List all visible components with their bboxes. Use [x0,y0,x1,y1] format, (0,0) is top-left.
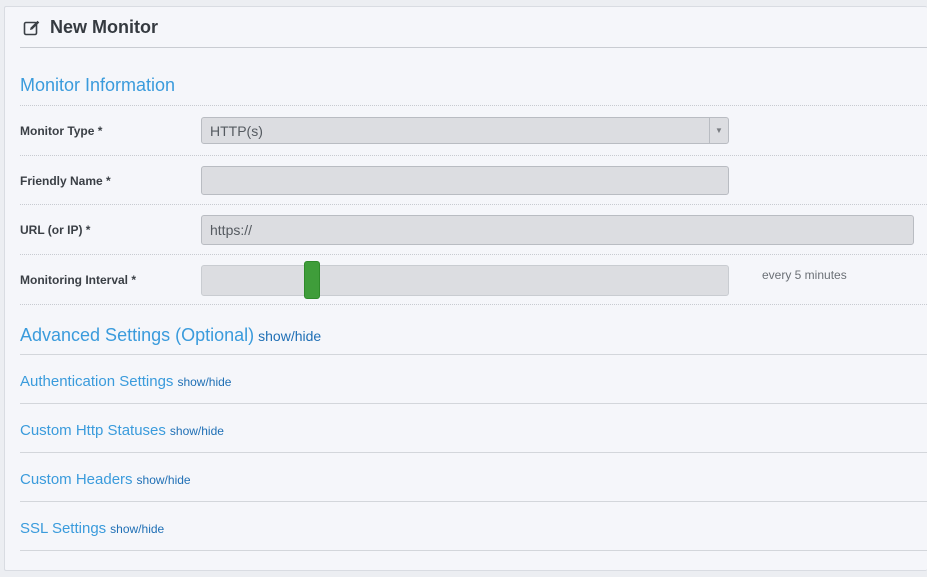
custom-http-statuses-title: Custom Http Statuses [20,422,166,439]
divider [20,304,927,305]
ssl-settings-title: SSL Settings [20,520,107,537]
custom-http-statuses-toggle[interactable]: show/hide [170,424,224,438]
monitor-information-title: Monitor Information [20,75,176,95]
divider [20,403,927,404]
friendly-name-label: Friendly Name * [20,174,111,188]
divider [20,155,927,156]
custom-headers-title: Custom Headers [20,471,133,488]
ssl-settings-header: SSL Settings show/hide [20,517,164,538]
panel-header: New Monitor [20,7,927,48]
url-value: https:// [210,222,253,238]
authentication-settings-header: Authentication Settings show/hide [20,370,231,391]
interval-slider-handle[interactable] [304,261,320,299]
divider [20,105,927,106]
divider [20,501,927,502]
advanced-settings-header: Advanced Settings (Optional) show/hide [20,325,321,346]
url-label: URL (or IP) * [20,223,91,237]
new-monitor-panel: New Monitor Monitor Information Monitor … [4,6,927,571]
edit-icon [23,19,41,37]
custom-http-statuses-header: Custom Http Statuses show/hide [20,419,224,440]
ssl-settings-toggle[interactable]: show/hide [110,522,164,536]
divider [20,452,927,453]
advanced-settings-title: Advanced Settings (Optional) [20,325,255,345]
page-title: New Monitor [50,17,158,37]
custom-headers-header: Custom Headers show/hide [20,468,191,489]
authentication-settings-title: Authentication Settings [20,373,174,390]
divider [20,354,927,355]
monitoring-interval-label: Monitoring Interval * [20,273,137,287]
monitor-type-label: Monitor Type * [20,124,103,138]
chevron-down-icon[interactable]: ▼ [709,118,728,143]
divider [20,254,927,255]
divider [20,550,927,551]
friendly-name-input[interactable] [201,166,729,195]
interval-slider[interactable] [201,261,729,299]
divider [20,204,927,205]
monitor-type-select[interactable]: HTTP(s) ▼ [201,117,729,144]
authentication-settings-toggle[interactable]: show/hide [177,375,231,389]
custom-headers-toggle[interactable]: show/hide [137,473,191,487]
monitor-type-value: HTTP(s) [210,122,263,139]
advanced-settings-toggle[interactable]: show/hide [258,328,321,344]
interval-value-text: every 5 minutes [762,268,847,282]
url-input[interactable]: https:// [201,215,914,245]
